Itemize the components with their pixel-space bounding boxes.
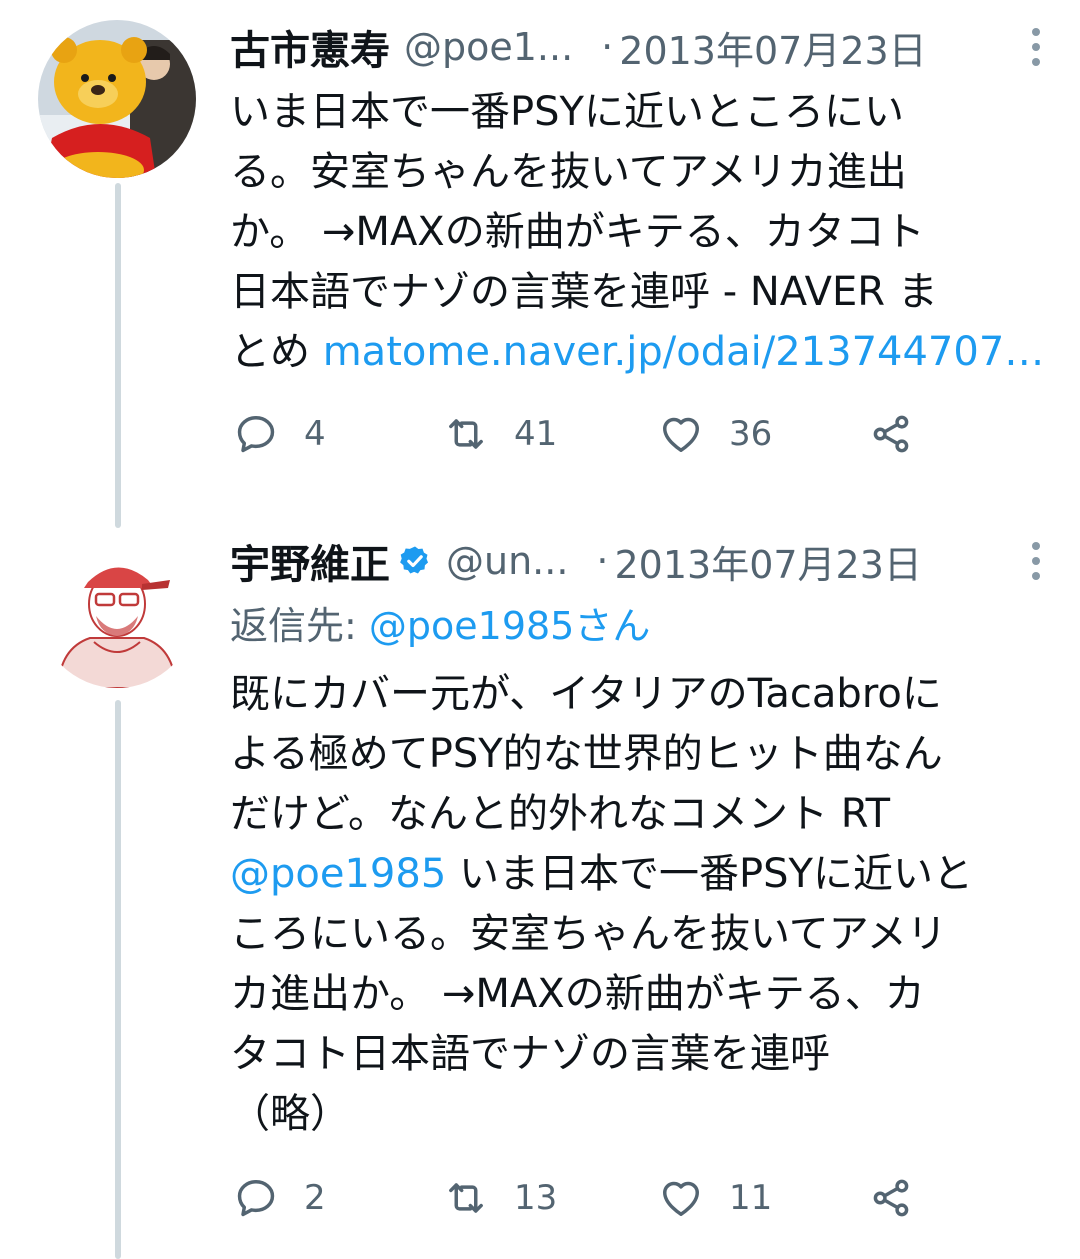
like-button[interactable]: 11 xyxy=(655,1168,772,1228)
tweet[interactable]: 古市憲寿 @poe1... · 2013年07月23日 いま日本で一番PSYに近… xyxy=(0,0,1080,500)
tweet-text-line: いま日本で一番PSYに近いところにい xyxy=(230,89,904,135)
reply-button[interactable]: 2 xyxy=(230,1168,326,1228)
like-button[interactable]: 36 xyxy=(655,404,772,464)
reply-to-mention[interactable]: @poe1985さん xyxy=(369,604,650,648)
share-button[interactable] xyxy=(865,404,917,464)
separator-dot: · xyxy=(601,25,614,69)
tweet-date[interactable]: 2013年07月23日 xyxy=(615,534,922,589)
like-icon xyxy=(663,417,699,452)
verified-badge-icon xyxy=(400,546,429,574)
tweet-text-line: とめ matome.naver.jp/odai/213744707… xyxy=(230,322,1044,382)
tweet-date[interactable]: 2013年07月23日 xyxy=(619,20,926,75)
tweet-text-line: ころにいる。安室ちゃんを抜いてアメリ xyxy=(230,911,947,957)
retweet-count: 41 xyxy=(514,414,558,454)
like-icon xyxy=(663,1181,699,1216)
like-count: 11 xyxy=(729,1178,773,1218)
reply-button[interactable]: 4 xyxy=(230,404,326,464)
tweet[interactable]: 宇野維正 @un... · 2013年07月23日 返信先: @poe1985さ… xyxy=(0,520,1080,1259)
share-button[interactable] xyxy=(865,1168,917,1228)
like-count: 36 xyxy=(729,414,773,454)
retweet-button[interactable]: 41 xyxy=(440,404,557,464)
tweet-header: 古市憲寿 @poe1... · 2013年07月23日 xyxy=(230,12,1040,82)
retweet-button[interactable]: 13 xyxy=(440,1168,557,1228)
retweet-icon xyxy=(449,419,483,449)
tweet-text-line: よる極めてPSY的な世界的ヒット曲なん xyxy=(230,731,943,777)
tweet-text-line: 日本語でナゾの言葉を連呼 - NAVER ま xyxy=(230,269,938,315)
reply-count: 4 xyxy=(304,414,326,454)
retweet-count: 13 xyxy=(514,1178,558,1218)
display-name[interactable]: 古市憲寿 xyxy=(230,18,390,76)
avatar[interactable] xyxy=(38,530,196,688)
tweet-mention[interactable]: @poe1985 xyxy=(230,851,446,897)
more-icon[interactable] xyxy=(1018,24,1054,70)
retweet-icon xyxy=(449,1183,483,1213)
tweet-text-line: だけど。なんと的外れなコメント RT xyxy=(230,791,891,837)
reply-icon xyxy=(237,1180,275,1217)
tweet-text-line: @poe1985 いま日本で一番PSYに近いと xyxy=(230,844,1040,904)
separator-dot: · xyxy=(596,539,609,583)
more-icon[interactable] xyxy=(1018,538,1054,584)
share-icon xyxy=(873,1179,909,1217)
tweet-text-line: （略） xyxy=(230,1091,350,1137)
reply-icon xyxy=(237,416,275,453)
tweet-actions: 2 13 11 xyxy=(230,1168,950,1228)
tweet-text: 既にカバー元が、イタリアのTacabroに よる極めてPSY的な世界的ヒット曲な… xyxy=(230,664,1040,1144)
display-name[interactable]: 宇野維正 xyxy=(230,532,390,590)
reply-count: 2 xyxy=(304,1178,326,1218)
tweet-text-line: タコト日本語でナゾの言葉を連呼 xyxy=(230,1031,830,1077)
reply-to-label: 返信先: xyxy=(230,604,357,648)
tweet-actions: 4 41 36 xyxy=(230,404,950,464)
share-icon xyxy=(873,415,909,453)
avatar[interactable] xyxy=(38,20,196,178)
reply-to-line: 返信先: @poe1985さん xyxy=(230,596,1040,656)
tweet-text-fragment: いま日本で一番PSYに近いと xyxy=(446,851,973,897)
tweet-text-line: か。 →MAXの新曲がキテる、カタコト xyxy=(230,209,925,255)
user-handle[interactable]: @poe1... xyxy=(404,25,573,69)
tweet-header: 宇野維正 @un... · 2013年07月23日 xyxy=(230,526,1040,596)
tweet-link[interactable]: matome.naver.jp/odai/213744707… xyxy=(323,329,1045,375)
tweet-text-line: る。安室ちゃんを抜いてアメリカ進出 xyxy=(230,149,907,195)
tweet-text: いま日本で一番PSYに近いところにい る。安室ちゃんを抜いてアメリカ進出 か。 … xyxy=(230,82,1044,382)
tweet-text-line: カ進出か。 →MAXの新曲がキテる、カ xyxy=(230,971,925,1017)
tweet-text-fragment: とめ xyxy=(230,329,310,375)
user-handle[interactable]: @un... xyxy=(446,539,568,583)
tweet-text-line: 既にカバー元が、イタリアのTacabroに xyxy=(230,671,942,717)
